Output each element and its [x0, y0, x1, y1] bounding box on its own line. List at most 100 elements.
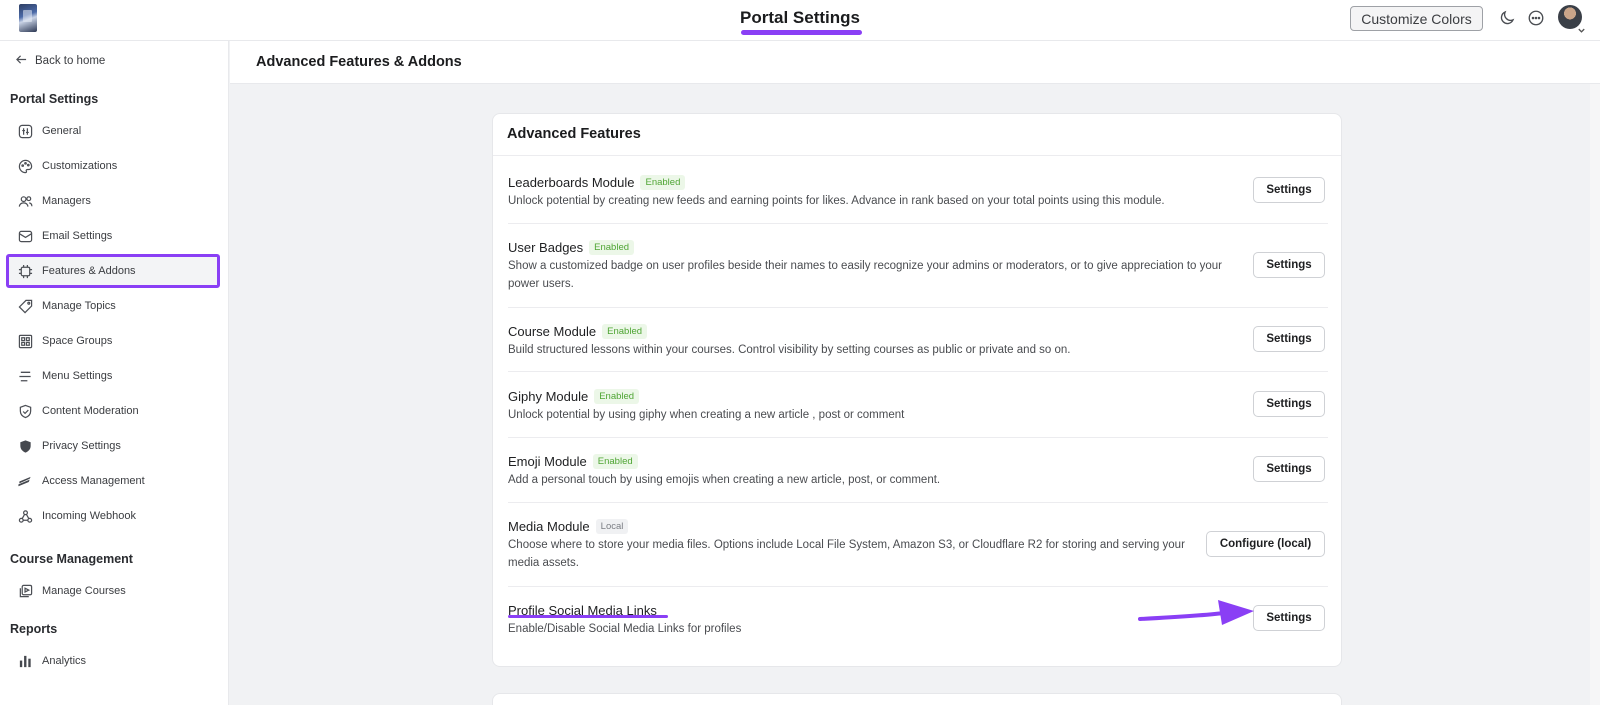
chip-icon	[17, 263, 33, 279]
feature-description: Enable/Disable Social Media Links for pr…	[508, 623, 742, 635]
moon-icon[interactable]	[1498, 9, 1516, 27]
status-badge: Enabled	[640, 174, 686, 190]
sidebar-item-label: Manage Courses	[42, 585, 126, 597]
feature-description: Show a customized badge on user profiles…	[508, 260, 1223, 290]
page-heading: Advanced Features & Addons	[256, 54, 462, 70]
status-badge: Enabled	[589, 239, 635, 255]
sidebar-item-menu-settings[interactable]: Menu Settings	[6, 359, 220, 393]
sidebar-item-features-addons[interactable]: Features & Addons	[6, 254, 220, 288]
feature-name: Giphy Module	[508, 388, 589, 404]
annotation-arrow-icon	[1138, 600, 1254, 625]
status-badge: Local	[595, 518, 629, 534]
divider	[508, 307, 1328, 308]
divider	[508, 586, 1328, 587]
shield-check-icon	[17, 403, 33, 419]
advanced-features-card: Advanced Features Leaderboards Module Ena…	[492, 113, 1342, 667]
feature-name: Emoji Module	[508, 453, 587, 469]
sidebar-item-label: Access Management	[42, 475, 145, 487]
sidebar-item-privacy-settings[interactable]: Privacy Settings	[6, 429, 220, 463]
tag-icon	[17, 298, 33, 314]
feature-row-emoji-module: Emoji Module Enabled Add a personal touch…	[508, 452, 1328, 489]
feature-description: Add a personal touch by using emojis whe…	[508, 474, 941, 486]
grid-icon	[17, 333, 33, 349]
sidebar-item-label: Privacy Settings	[42, 440, 121, 452]
customize-colors-button[interactable]: Customize Colors	[1350, 6, 1483, 31]
leaderboards-settings-button[interactable]: Settings	[1253, 177, 1325, 203]
emoji-module-settings-button[interactable]: Settings	[1253, 456, 1325, 482]
sidebar-item-managers[interactable]: Managers	[6, 184, 220, 218]
feature-name: Leaderboards Module	[508, 174, 635, 190]
general-icon	[17, 123, 33, 139]
sidebar-item-general[interactable]: General	[6, 114, 220, 148]
sidebar-item-label: Analytics	[42, 655, 87, 667]
feature-name: User Badges	[508, 239, 584, 255]
sidebar-item-label: Customizations	[42, 160, 118, 172]
divider	[508, 223, 1328, 224]
section-heading-reports: Reports	[10, 622, 58, 636]
sidebar-item-label: Features & Addons	[42, 265, 136, 277]
sidebar-item-access-management[interactable]: Access Management	[6, 464, 220, 498]
status-badge: Enabled	[592, 453, 638, 469]
feature-row-media-module: Media Module Local Choose where to store …	[508, 517, 1328, 572]
feature-description: Build structured lessons within your cou…	[508, 344, 1071, 356]
divider	[508, 502, 1328, 503]
sidebar-item-label: Space Groups	[42, 335, 113, 347]
shield-icon	[17, 438, 33, 454]
chat-icon[interactable]	[1527, 9, 1545, 27]
sidebar-item-space-groups[interactable]: Space Groups	[6, 324, 220, 358]
page-header: Advanced Features & Addons	[230, 41, 1600, 84]
feature-row-user-badges: User Badges Enabled Show a customized bad…	[508, 238, 1328, 293]
sidebar-item-manage-topics[interactable]: Manage Topics	[6, 289, 220, 323]
sidebar-item-label: Email Settings	[42, 230, 113, 242]
course-module-settings-button[interactable]: Settings	[1253, 326, 1325, 352]
divider	[493, 155, 1341, 156]
sidebar-item-label: General	[42, 125, 82, 137]
back-to-home-link[interactable]: Back to home	[16, 54, 105, 68]
webhook-icon	[17, 508, 33, 524]
feature-description: Choose where to store your media files. …	[508, 539, 1185, 569]
section-heading-portal-settings: Portal Settings	[10, 92, 99, 106]
courses-icon	[17, 583, 33, 599]
top-bar: Portal Settings Customize Colors	[0, 0, 1600, 41]
sidebar-item-label: Manage Topics	[42, 300, 116, 312]
users-icon	[17, 193, 33, 209]
scrollbar[interactable]	[1590, 84, 1600, 705]
mail-icon	[17, 228, 33, 244]
sidebar: Back to home Portal Settings General Cus…	[0, 41, 229, 705]
chevron-down-icon[interactable]	[1577, 22, 1586, 33]
chart-icon	[17, 653, 33, 669]
sidebar-item-label: Menu Settings	[42, 370, 113, 382]
palette-icon	[17, 158, 33, 174]
sidebar-item-content-moderation[interactable]: Content Moderation	[6, 394, 220, 428]
sidebar-item-label: Incoming Webhook	[42, 510, 136, 522]
sidebar-item-incoming-webhook[interactable]: Incoming Webhook	[6, 499, 220, 533]
menu-icon	[17, 368, 33, 384]
sidebar-item-manage-courses[interactable]: Manage Courses	[6, 574, 220, 608]
feature-description: Unlock potential by creating new feeds a…	[508, 195, 1165, 207]
back-to-home-label: Back to home	[35, 55, 106, 67]
arrow-left-icon	[16, 54, 27, 68]
user-badges-settings-button[interactable]: Settings	[1253, 252, 1325, 278]
sidebar-item-email-settings[interactable]: Email Settings	[6, 219, 220, 253]
sidebar-item-label: Content Moderation	[42, 405, 139, 417]
feature-highlight-underline	[508, 615, 668, 618]
feature-row-giphy-module: Giphy Module Enabled Unlock potential by …	[508, 387, 1328, 424]
access-icon	[17, 473, 33, 489]
status-badge: Enabled	[602, 323, 648, 339]
sidebar-item-analytics[interactable]: Analytics	[6, 644, 220, 678]
next-card	[492, 693, 1342, 705]
feature-description: Unlock potential by using giphy when cre…	[508, 409, 905, 421]
divider	[508, 371, 1328, 372]
divider	[508, 437, 1328, 438]
giphy-module-settings-button[interactable]: Settings	[1253, 391, 1325, 417]
feature-row-leaderboards: Leaderboards Module Enabled Unlock potent…	[508, 173, 1328, 210]
title-highlight-underline	[741, 30, 862, 35]
feature-row-course-module: Course Module Enabled Build structured le…	[508, 322, 1328, 359]
section-heading-course-management: Course Management	[10, 552, 133, 566]
sidebar-item-customizations[interactable]: Customizations	[6, 149, 220, 183]
card-title: Advanced Features	[507, 126, 641, 142]
sidebar-item-label: Managers	[42, 195, 91, 207]
profile-social-links-settings-button[interactable]: Settings	[1253, 605, 1325, 631]
feature-name: Media Module	[508, 518, 590, 534]
media-module-configure-button[interactable]: Configure (local)	[1206, 531, 1325, 557]
